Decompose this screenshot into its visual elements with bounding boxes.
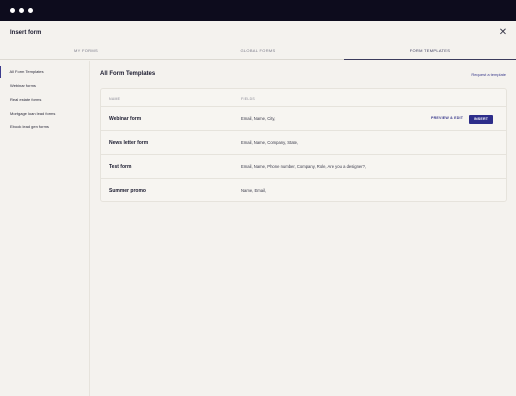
page-title: All Form Templates xyxy=(100,71,156,77)
sidebar-item-webinar-forms[interactable]: Webinar forms xyxy=(0,80,88,92)
sidebar-item-real-estate-forms[interactable]: Real estate forms xyxy=(0,94,88,106)
request-template-link[interactable]: Request a template xyxy=(440,72,506,77)
close-icon[interactable]: ✕ xyxy=(497,27,509,39)
sidebar-item-ebook-lead-gen-forms[interactable]: Ebook lead gen forms xyxy=(0,121,88,133)
template-fields: Email, Name, Company, State, xyxy=(241,140,299,145)
tab-my-forms[interactable]: MY FORMS xyxy=(0,44,172,60)
template-fields: Email, Name, City, xyxy=(241,116,276,121)
sidebar-item-all-form-templates[interactable]: All Form Templates xyxy=(0,66,88,78)
table-row[interactable]: Summer promo Name, Email, xyxy=(101,178,506,202)
template-fields: Email, Name, Phone number, Company, Role… xyxy=(241,164,367,169)
tab-form-templates[interactable]: FORM TEMPLATES xyxy=(344,44,516,60)
sidebar: All Form Templates Webinar forms Real es… xyxy=(0,61,90,396)
tab-bar: MY FORMS GLOBAL FORMS FORM TEMPLATES xyxy=(0,44,516,60)
preview-edit-button[interactable]: PREVIEW & EDIT xyxy=(431,116,463,120)
sidebar-item-mortgage-loan-lead-forms[interactable]: Mortgage loan lead forms xyxy=(0,108,88,120)
templates-table: NAME FIELDS Webinar form Email, Name, Ci… xyxy=(100,88,507,202)
column-header-fields: FIELDS xyxy=(241,97,256,101)
template-name: Summer promo xyxy=(109,188,146,194)
window-dot xyxy=(19,8,24,13)
table-row[interactable]: Test form Email, Name, Phone number, Com… xyxy=(101,154,506,178)
table-row[interactable]: Webinar form Email, Name, City, PREVIEW … xyxy=(101,106,506,130)
window-titlebar xyxy=(0,0,516,21)
template-name: Test form xyxy=(109,164,132,170)
table-row[interactable]: News letter form Email, Name, Company, S… xyxy=(101,130,506,154)
column-header-name: NAME xyxy=(109,97,121,101)
template-name: News letter form xyxy=(109,140,149,146)
template-fields: Name, Email, xyxy=(241,188,267,193)
insert-button[interactable]: INSERT xyxy=(469,115,493,124)
tab-global-forms[interactable]: GLOBAL FORMS xyxy=(172,44,344,60)
template-name: Webinar form xyxy=(109,116,142,122)
modal-title: Insert form xyxy=(10,30,42,36)
window-dot xyxy=(10,8,15,13)
window-dot xyxy=(28,8,33,13)
